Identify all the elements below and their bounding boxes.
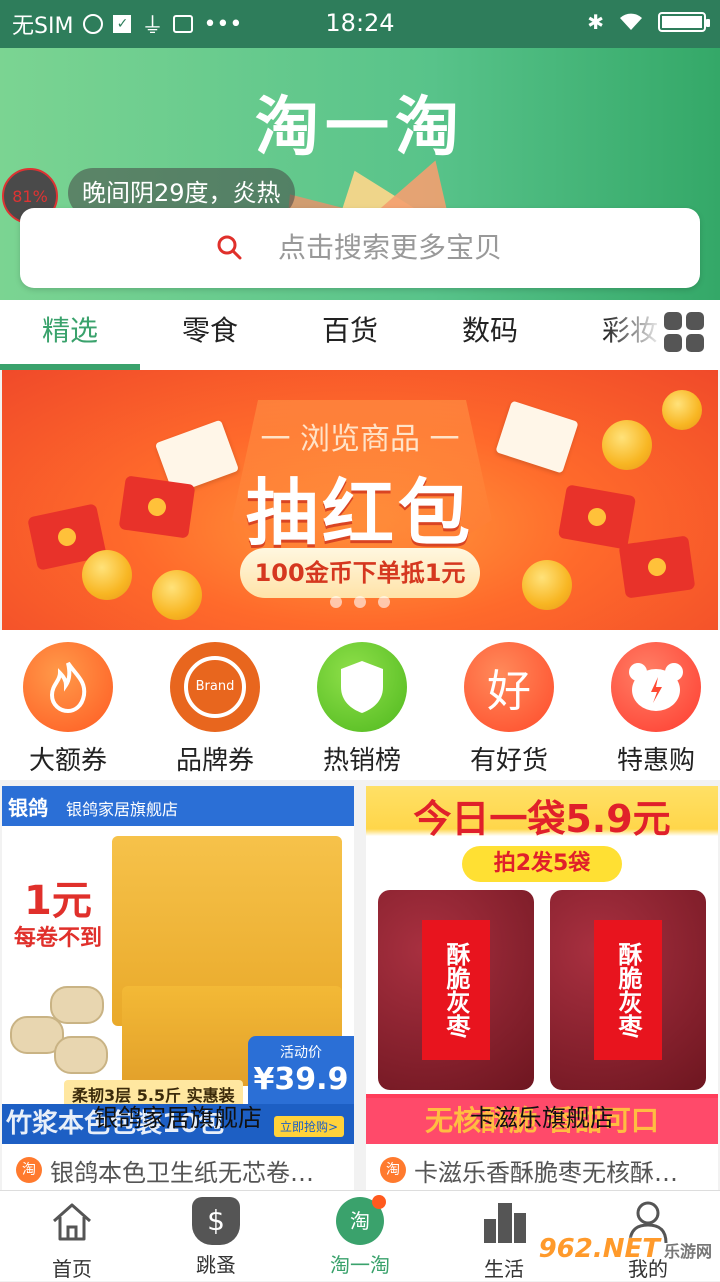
image-price-big: 1元 [24,878,92,924]
banner-pill: 100金币下单抵1元 [240,548,480,598]
shop-name: 卡滋乐旗舰店 [470,1104,614,1132]
product-image[interactable]: 银鸽 银鸽家居旗舰店 1元 每卷不到 柔韧3层 5.5斤 实惠装 活动价 ¥39… [2,786,354,1144]
shortcut-special-deal[interactable]: 特惠购 [596,642,716,777]
banner-subtitle: 一 浏览商品 一 [260,422,460,457]
watermark-text: 962.NET [538,1234,660,1264]
nav-flea-market[interactable]: $ 跳蚤 [156,1197,276,1278]
shield-icon [317,642,407,732]
tab-general-goods[interactable]: 百货 [280,300,420,366]
paper-rolls [10,976,120,1086]
shortcut-label: 热销榜 [322,746,401,776]
product-title-row: 淘 卡滋乐香酥脆枣无核酥… [366,1150,718,1190]
image-tag: 拍2发5袋 [462,846,622,882]
product-card[interactable]: 今日一袋5.9元 拍2发5袋 酥脆灰枣 酥脆灰枣 无核酥脆 香甜可口 卡滋乐旗舰… [366,786,718,1190]
banner-pagination [2,593,718,612]
product-card[interactable]: 银鸽 银鸽家居旗舰店 1元 每卷不到 柔韧3层 5.5斤 实惠装 活动价 ¥39… [2,786,354,1190]
shortcut-label: 特惠购 [616,746,695,776]
watermark-sub: 乐游网 [663,1242,712,1261]
price-tag-value: ¥39.9 [253,1062,349,1097]
status-bar: 无SIM ✓ ⏚ ••• 18:24 ✱ [0,0,720,48]
shortcut-label: 大额券 [28,746,107,776]
money-bag-icon: $ [192,1197,240,1245]
product-title: 卡滋乐香酥脆枣无核酥… [414,1158,678,1187]
good-icon: 好 [464,642,554,732]
jujube-bag: 酥脆灰枣 [378,890,534,1090]
image-shop-name: 银鸽家居旗舰店 [66,800,179,819]
nav-home[interactable]: 首页 [12,1197,132,1282]
city-icon [484,1203,526,1243]
brand-logo: 银鸽 [8,796,48,820]
shop-name: 银鸽家居旗舰店 [94,1104,262,1132]
tab-snacks[interactable]: 零食 [140,300,280,366]
tab-featured[interactable]: 精选 [0,300,140,366]
site-watermark: 962.NET 乐游网 [539,1234,712,1264]
shortcut-big-coupon[interactable]: 大额券 [8,642,128,777]
product-title-row: 淘 银鸽本色卫生纸无芯卷… [2,1150,354,1190]
status-right: ✱ [587,10,710,34]
shortcut-brand-coupon[interactable]: Brand 品牌券 [155,642,275,777]
search-bar[interactable]: 点击搜索更多宝贝 [20,208,700,288]
bag-label: 酥脆灰枣 [422,920,490,1060]
image-top-text: 今日一袋5.9元 [413,797,671,841]
product-title: 银鸽本色卫生纸无芯卷… [50,1158,314,1187]
bear-icon [611,642,701,732]
product-image[interactable]: 今日一袋5.9元 拍2发5袋 酥脆灰枣 酥脆灰枣 无核酥脆 香甜可口 [366,786,718,1144]
bag-label: 酥脆灰枣 [594,920,662,1060]
fire-icon [23,642,113,732]
nav-label: 首页 [52,1257,92,1281]
pagination-dot [354,596,366,608]
notification-dot [372,1195,386,1209]
tab-digital[interactable]: 数码 [420,300,560,366]
pagination-dot [378,596,390,608]
jujube-bag: 酥脆灰枣 [550,890,706,1090]
shortcut-label: 品牌券 [175,746,254,776]
battery-icon [658,12,710,32]
grid-menu-icon[interactable] [664,312,704,352]
product-grid: 银鸽 银鸽家居旗舰店 1元 每卷不到 柔韧3层 5.5斤 实惠装 活动价 ¥39… [0,780,720,1190]
shortcut-label: 有好货 [469,746,548,776]
pagination-dot [330,596,342,608]
home-icon [53,1203,91,1241]
tao-badge-icon: 淘 [16,1157,42,1183]
nav-taoyitao[interactable]: 淘 淘一淘 [300,1195,420,1278]
tao-badge-icon: 淘 [380,1157,406,1183]
app-title: 淘一淘 [255,91,465,165]
promo-banner[interactable]: 一 浏览商品 一 抽红包 100金币下单抵1元 [2,370,718,630]
tab-fade [604,300,664,366]
brand-badge-text: Brand [184,656,246,718]
brand-badge-icon: Brand [170,642,260,732]
category-shortcuts: 大额券 Brand 品牌券 热销榜 好 有好货 特惠购 [0,630,720,780]
shortcut-hot-list[interactable]: 热销榜 [302,642,422,777]
nav-label: 淘一淘 [330,1253,390,1277]
search-icon [217,235,242,260]
price-tag-label: 活动价 [280,1045,322,1061]
wifi-icon [620,13,642,30]
tao-icon: 淘 [336,1195,386,1245]
search-placeholder: 点击搜索更多宝贝 [278,231,503,264]
banner-headline: 抽红包 [245,471,474,555]
nav-label: 跳蚤 [196,1253,236,1277]
bluetooth-icon: ✱ [587,10,604,34]
image-price-note: 每卷不到 [14,926,103,951]
shortcut-good-goods[interactable]: 好 有好货 [449,642,569,777]
